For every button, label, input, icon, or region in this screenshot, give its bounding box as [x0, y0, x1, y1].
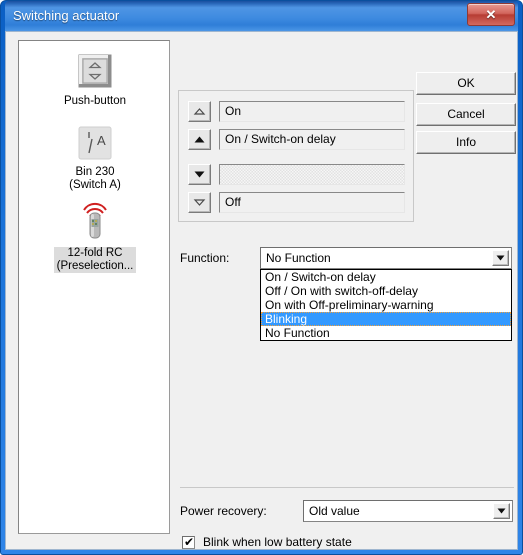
scene-sequence-group: On On / Switch-on delay Off: [178, 90, 414, 222]
device-label: 12-fold RC (Preselection...: [19, 247, 169, 273]
down-thin-icon-button[interactable]: [188, 192, 211, 213]
scene-field-disabled: [219, 164, 405, 185]
scene-field[interactable]: On / Switch-on delay: [219, 129, 405, 150]
device-item-bin-230[interactable]: A Bin 230 (Switch A): [19, 126, 169, 192]
blink-low-battery-label: Blink when low battery state: [203, 535, 352, 549]
window-title: Switching actuator: [13, 8, 120, 23]
device-label-line1: 12-fold RC: [67, 247, 123, 259]
close-icon: ✕: [485, 7, 497, 22]
scene-field[interactable]: Off: [219, 192, 405, 213]
dropdown-option-highlighted[interactable]: Blinking: [261, 312, 511, 326]
blink-low-battery-checkbox[interactable]: ✔: [182, 534, 195, 549]
info-button[interactable]: Info: [416, 131, 516, 154]
power-recovery-combobox[interactable]: Old value: [303, 500, 513, 522]
dropdown-option[interactable]: No Function: [261, 326, 511, 340]
dropdown-option[interactable]: On with Off-preliminary-warning: [261, 298, 511, 312]
up-thin-icon-button[interactable]: [188, 101, 211, 122]
remote-control-icon: [19, 201, 169, 244]
title-bar: Switching actuator ✕: [5, 1, 518, 31]
ok-button[interactable]: OK: [416, 72, 516, 95]
function-combobox[interactable]: No Function: [260, 247, 512, 269]
dialog-client-area: Push-button A Bin 230 (Switch A) 12-fold…: [5, 31, 518, 550]
function-label: Function:: [180, 251, 230, 265]
section-divider: [180, 487, 514, 488]
blink-low-battery-row[interactable]: ✔ Blink when low battery state: [182, 535, 352, 549]
device-label-line2: (Preselection...: [56, 260, 134, 272]
device-label-line1: Bin 230: [75, 166, 115, 178]
power-recovery-value: Old value: [309, 504, 360, 518]
device-item-12-fold-rc[interactable]: 12-fold RC (Preselection...: [19, 201, 169, 273]
dialog-window: Switching actuator ✕ Push-button A Bin 2…: [0, 0, 523, 555]
device-label-line2: (Switch A): [69, 179, 121, 191]
down-bold-icon-button[interactable]: [188, 164, 211, 185]
device-label: Bin 230 (Switch A): [19, 166, 169, 192]
function-dropdown-list[interactable]: On / Switch-on delay Off / On with switc…: [260, 269, 512, 341]
function-combobox-value: No Function: [266, 251, 331, 265]
chevron-down-icon[interactable]: [492, 250, 509, 266]
scene-field[interactable]: On: [219, 101, 405, 122]
check-icon: ✔: [184, 534, 195, 549]
push-button-icon: [19, 53, 169, 92]
device-label-line1: Push-button: [63, 95, 126, 107]
dropdown-option[interactable]: Off / On with switch-off-delay: [261, 284, 511, 298]
power-recovery-label: Power recovery:: [180, 504, 267, 518]
close-button[interactable]: ✕: [467, 3, 515, 26]
cancel-button[interactable]: Cancel: [416, 103, 516, 126]
chevron-down-icon[interactable]: [493, 503, 510, 519]
device-list[interactable]: Push-button A Bin 230 (Switch A) 12-fold…: [18, 40, 170, 534]
device-label: Push-button: [19, 95, 169, 108]
device-item-push-button[interactable]: Push-button: [19, 53, 169, 108]
switch-contact-icon: A: [19, 126, 169, 163]
svg-text:A: A: [97, 133, 106, 148]
dropdown-option[interactable]: On / Switch-on delay: [261, 270, 511, 284]
up-bold-icon-button[interactable]: [188, 129, 211, 150]
